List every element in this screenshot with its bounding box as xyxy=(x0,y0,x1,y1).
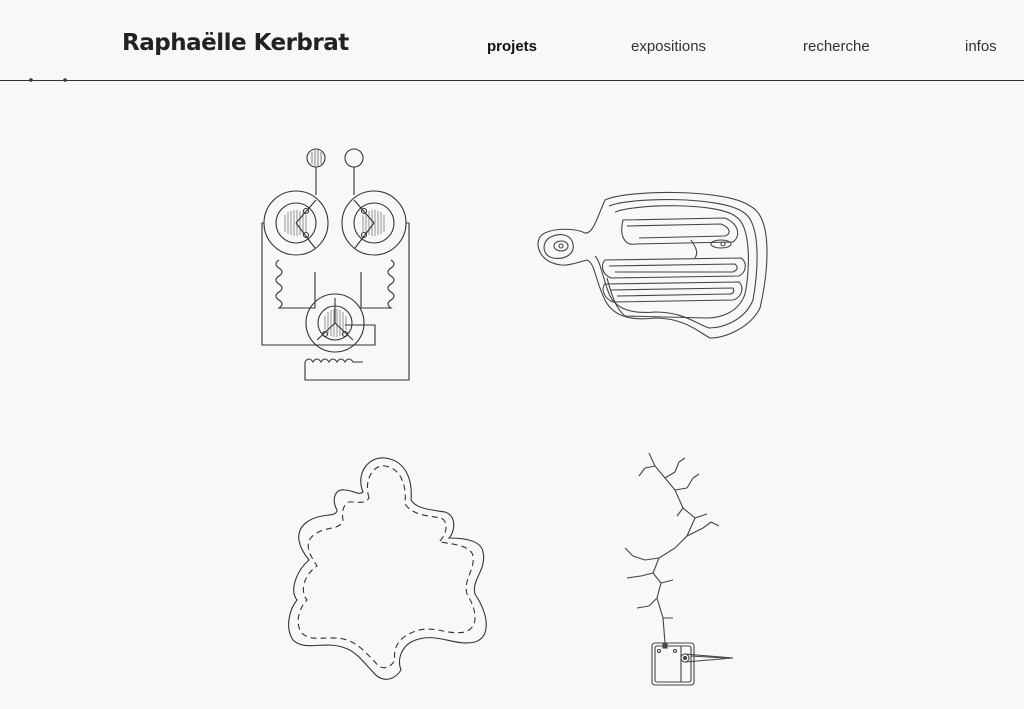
project-tile-leaf[interactable] xyxy=(285,452,495,687)
project-tile-branch[interactable] xyxy=(615,448,740,688)
decorative-dots xyxy=(29,78,67,82)
circuit-coils-drawing-icon xyxy=(261,148,410,381)
project-tile-maze[interactable] xyxy=(535,188,775,348)
nav-expositions[interactable]: expositions xyxy=(631,38,706,55)
branch-circuit-drawing-icon xyxy=(624,452,734,686)
leaf-outline-drawing-icon xyxy=(288,457,487,680)
nav-recherche[interactable]: recherche xyxy=(803,38,870,55)
nav-projets[interactable]: projets xyxy=(487,38,537,55)
nav-infos[interactable]: infos xyxy=(965,38,997,55)
maze-blob-drawing-icon xyxy=(537,191,768,339)
site-title-link[interactable]: Raphaëlle Kerbrat xyxy=(122,30,349,56)
project-tile-circuit[interactable] xyxy=(255,140,420,390)
site-header: Raphaëlle Kerbrat projets expositions re… xyxy=(0,0,1024,81)
